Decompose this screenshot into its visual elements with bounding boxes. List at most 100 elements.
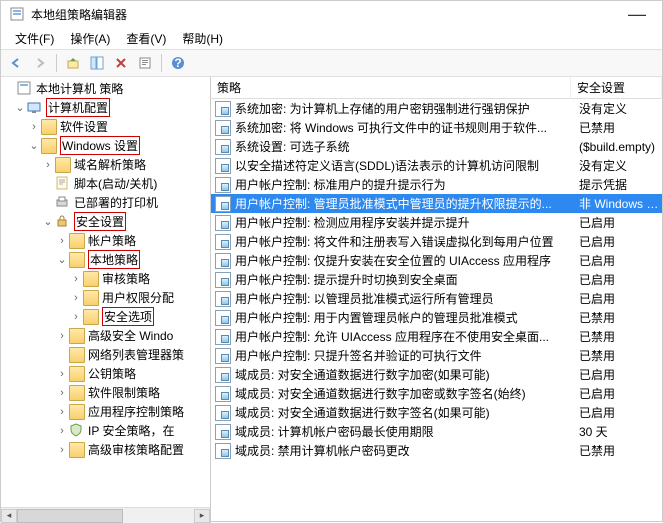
list-row[interactable]: 系统设置: 可选子系统($build.empty) bbox=[211, 137, 662, 156]
help-button[interactable]: ? bbox=[167, 52, 189, 74]
policy-item-icon bbox=[215, 424, 231, 440]
folder-icon bbox=[69, 366, 85, 382]
list-row[interactable]: 用户帐户控制: 检测应用程序安装并提示提升已启用 bbox=[211, 213, 662, 232]
tree-deployed-printers[interactable]: 已部署的打印机 bbox=[3, 193, 210, 212]
folder-icon bbox=[83, 271, 99, 287]
titlebar: 本地组策略编辑器 — bbox=[1, 1, 662, 27]
menu-help[interactable]: 帮助(H) bbox=[174, 28, 231, 49]
scroll-left-icon[interactable]: ◂ bbox=[1, 509, 17, 523]
list-row[interactable]: 用户帐户控制: 管理员批准模式中管理员的提升权限提示的...非 Windows … bbox=[211, 194, 662, 213]
list-row[interactable]: 域成员: 计算机帐户密码最长使用期限30 天 bbox=[211, 422, 662, 441]
expand-icon[interactable]: › bbox=[69, 292, 83, 304]
list-row[interactable]: 域成员: 对安全通道数据进行数字加密或数字签名(始终)已启用 bbox=[211, 384, 662, 403]
expand-icon[interactable]: › bbox=[69, 273, 83, 285]
list-row[interactable]: 域成员: 对安全通道数据进行数字加密(如果可能)已启用 bbox=[211, 365, 662, 384]
scroll-right-icon[interactable]: ▸ bbox=[194, 509, 210, 523]
collapse-icon[interactable]: ⌄ bbox=[41, 215, 55, 228]
folder-icon bbox=[69, 233, 85, 249]
list-row[interactable]: 系统加密: 将 Windows 可执行文件中的证书规则用于软件...已禁用 bbox=[211, 118, 662, 137]
expand-icon[interactable]: › bbox=[55, 406, 69, 418]
toolbar-separator-2 bbox=[161, 54, 162, 72]
up-button[interactable] bbox=[62, 52, 84, 74]
policy-icon bbox=[17, 81, 33, 97]
expand-icon[interactable]: › bbox=[55, 444, 69, 456]
policy-item-icon bbox=[215, 215, 231, 231]
list-row[interactable]: 用户帐户控制: 允许 UIAccess 应用程序在不使用安全桌面...已禁用 bbox=[211, 327, 662, 346]
minimize-button[interactable]: — bbox=[620, 4, 654, 25]
tree-software-restrict[interactable]: ›软件限制策略 bbox=[3, 383, 210, 402]
tree-network-list[interactable]: 网络列表管理器策 bbox=[3, 345, 210, 364]
list-row[interactable]: 用户帐户控制: 用于内置管理员帐户的管理员批准模式已禁用 bbox=[211, 308, 662, 327]
policy-setting: 非 Windows 二进 bbox=[575, 195, 662, 212]
expand-icon[interactable]: › bbox=[55, 330, 69, 342]
forward-button[interactable] bbox=[29, 52, 51, 74]
tree-hscrollbar[interactable]: ◂ ▸ bbox=[1, 507, 210, 523]
expand-icon[interactable]: › bbox=[27, 121, 41, 133]
tree-security-options[interactable]: ›安全选项 bbox=[3, 307, 210, 326]
tree-software-settings[interactable]: ›软件设置 bbox=[3, 117, 210, 136]
policy-setting: 已禁用 bbox=[575, 119, 662, 136]
expand-icon[interactable]: › bbox=[69, 311, 83, 323]
policy-name: 域成员: 禁用计算机帐户密码更改 bbox=[235, 442, 575, 459]
tree-account-policies[interactable]: ›帐户策略 bbox=[3, 231, 210, 250]
toolbar: ? bbox=[1, 49, 662, 77]
expand-icon[interactable]: › bbox=[55, 368, 69, 380]
tree-root[interactable]: 本地计算机 策略 bbox=[3, 79, 210, 98]
menu-file[interactable]: 文件(F) bbox=[7, 28, 62, 49]
tree-ip-security[interactable]: ›IP 安全策略，在 bbox=[3, 421, 210, 440]
collapse-icon[interactable]: ⌄ bbox=[27, 139, 41, 152]
list-row[interactable]: 域成员: 禁用计算机帐户密码更改已禁用 bbox=[211, 441, 662, 460]
properties-button[interactable] bbox=[134, 52, 156, 74]
tree-security-settings[interactable]: ⌄安全设置 bbox=[3, 212, 210, 231]
policy-name: 域成员: 对安全通道数据进行数字加密或数字签名(始终) bbox=[235, 385, 575, 402]
policy-setting: 已禁用 bbox=[575, 328, 662, 345]
tree-name-resolution[interactable]: ›域名解析策略 bbox=[3, 155, 210, 174]
list-pane[interactable]: 策略 安全设置 系统加密: 为计算机上存储的用户密钥强制进行强钥保护没有定义系统… bbox=[211, 77, 662, 523]
list-row[interactable]: 系统加密: 为计算机上存储的用户密钥强制进行强钥保护没有定义 bbox=[211, 99, 662, 118]
menu-action[interactable]: 操作(A) bbox=[62, 28, 118, 49]
tree-user-rights[interactable]: ›用户权限分配 bbox=[3, 288, 210, 307]
list-row[interactable]: 用户帐户控制: 仅提升安装在安全位置的 UIAccess 应用程序已启用 bbox=[211, 251, 662, 270]
scroll-thumb[interactable] bbox=[17, 509, 123, 523]
collapse-icon[interactable]: ⌄ bbox=[55, 253, 69, 266]
tree-app-control[interactable]: ›应用程序控制策略 bbox=[3, 402, 210, 421]
folder-icon bbox=[83, 309, 99, 325]
expand-icon[interactable]: › bbox=[41, 159, 55, 171]
back-button[interactable] bbox=[5, 52, 27, 74]
delete-button[interactable] bbox=[110, 52, 132, 74]
collapse-icon[interactable]: ⌄ bbox=[13, 101, 27, 114]
policy-setting: 没有定义 bbox=[575, 157, 662, 174]
expand-icon[interactable]: › bbox=[55, 425, 69, 437]
policy-setting: 已启用 bbox=[575, 271, 662, 288]
policy-item-icon bbox=[215, 367, 231, 383]
list-row[interactable]: 用户帐户控制: 标准用户的提升提示行为提示凭据 bbox=[211, 175, 662, 194]
list-row[interactable]: 用户帐户控制: 以管理员批准模式运行所有管理员已启用 bbox=[211, 289, 662, 308]
tree-computer-config[interactable]: ⌄计算机配置 bbox=[3, 98, 210, 117]
policy-name: 用户帐户控制: 管理员批准模式中管理员的提升权限提示的... bbox=[235, 195, 575, 212]
policy-name: 用户帐户控制: 检测应用程序安装并提示提升 bbox=[235, 214, 575, 231]
policy-item-icon bbox=[215, 310, 231, 326]
tree-audit-policy[interactable]: ›审核策略 bbox=[3, 269, 210, 288]
policy-item-icon bbox=[215, 196, 231, 212]
expand-icon[interactable]: › bbox=[55, 387, 69, 399]
list-row[interactable]: 用户帐户控制: 只提升签名并验证的可执行文件已禁用 bbox=[211, 346, 662, 365]
col-policy[interactable]: 策略 bbox=[211, 77, 571, 99]
tree-pane[interactable]: 本地计算机 策略 ⌄计算机配置 ›软件设置 ⌄Windows 设置 ›域名解析策… bbox=[1, 77, 211, 523]
tree-windows-settings[interactable]: ⌄Windows 设置 bbox=[3, 136, 210, 155]
col-setting[interactable]: 安全设置 bbox=[571, 77, 662, 99]
tree-scripts[interactable]: 脚本(启动/关机) bbox=[3, 174, 210, 193]
window-title: 本地组策略编辑器 bbox=[31, 6, 620, 23]
computer-icon bbox=[27, 100, 43, 116]
list-row[interactable]: 以安全描述符定义语言(SDDL)语法表示的计算机访问限制没有定义 bbox=[211, 156, 662, 175]
tree-public-key[interactable]: ›公钥策略 bbox=[3, 364, 210, 383]
tree-adv-audit[interactable]: ›高级审核策略配置 bbox=[3, 440, 210, 459]
expand-icon[interactable]: › bbox=[55, 235, 69, 247]
list-row[interactable]: 用户帐户控制: 将文件和注册表写入错误虚拟化到每用户位置已启用 bbox=[211, 232, 662, 251]
list-row[interactable]: 域成员: 对安全通道数据进行数字签名(如果可能)已启用 bbox=[211, 403, 662, 422]
tree-local-policies[interactable]: ⌄本地策略 bbox=[3, 250, 210, 269]
list-row[interactable]: 用户帐户控制: 提示提升时切换到安全桌面已启用 bbox=[211, 270, 662, 289]
tree-adv-security[interactable]: ›高级安全 Windo bbox=[3, 326, 210, 345]
menu-view[interactable]: 查看(V) bbox=[118, 28, 174, 49]
lock-icon bbox=[55, 214, 71, 230]
show-hide-button[interactable] bbox=[86, 52, 108, 74]
